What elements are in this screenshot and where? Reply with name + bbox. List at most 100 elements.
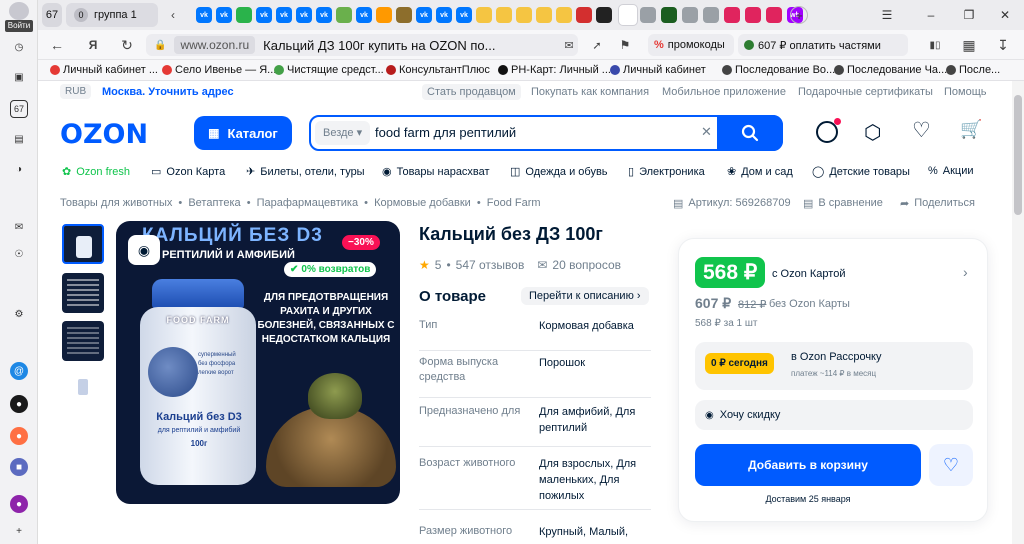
bookmark-item[interactable]: После...	[946, 64, 1000, 76]
catalog-button[interactable]: ▦ Каталог	[194, 116, 292, 150]
compare-link[interactable]: ▤ В сравнение	[803, 197, 883, 210]
tabs-count-icon[interactable]: 67	[10, 100, 28, 118]
pinned-tab-icon[interactable]	[396, 7, 412, 23]
menu-ozon-card[interactable]: ▭ Ozon Карта	[151, 165, 225, 179]
downloads-icon[interactable]: ▤	[10, 130, 28, 148]
profile-avatar[interactable]	[9, 2, 29, 20]
breadcrumb-item[interactable]: Парафармацевтика	[257, 197, 358, 209]
bookmark-item[interactable]: КонсультантПлюс	[386, 64, 490, 76]
gallery-thumb-2[interactable]	[62, 273, 104, 313]
product-main-image[interactable]: КАЛЬЦИЙ БЕЗ D3 РЕПТИЛИЙ И АМФИБИЙ −30% ◉…	[116, 221, 400, 504]
search-scope[interactable]: Везде ▾	[315, 121, 371, 145]
restore-icon[interactable]: ❐	[960, 6, 978, 24]
pinned-tab-icon[interactable]	[596, 7, 612, 23]
close-window-icon[interactable]: ✕	[996, 6, 1014, 24]
link-business[interactable]: Покупать как компания	[531, 86, 649, 98]
menu-hits[interactable]: ◉ Товары нарасхват	[382, 165, 490, 179]
pinned-tab-icon[interactable]	[376, 7, 392, 23]
pinned-tab-icon[interactable]	[516, 7, 532, 23]
pinned-tab-icon[interactable]	[703, 7, 719, 23]
pinned-tab-icon[interactable]	[682, 7, 698, 23]
pinned-tab-icon[interactable]	[556, 7, 572, 23]
pinned-tab-icon[interactable]: vk	[316, 7, 332, 23]
installment-block[interactable]: 0 ₽ сегодня в Ozon Рассрочку платеж ~114…	[695, 342, 973, 390]
pinned-tab-icon[interactable]	[536, 7, 552, 23]
link-mobile[interactable]: Мобильное приложение	[662, 86, 786, 98]
pinned-tab-icon[interactable]	[724, 7, 740, 23]
favorites-icon[interactable]: ♡	[912, 118, 931, 143]
minimize-icon[interactable]: –	[922, 6, 940, 24]
pinned-tab-icon[interactable]	[661, 7, 677, 23]
pinned-tab-icon[interactable]: vk	[296, 7, 312, 23]
settings-icon[interactable]: ⚙	[10, 305, 28, 323]
promo-pill-1[interactable]: % промокоды	[648, 34, 734, 56]
link-seller[interactable]: Стать продавцом	[422, 84, 521, 100]
tab-counter[interactable]: 67	[42, 3, 62, 27]
bookmark-icon[interactable]: ⚑	[616, 36, 634, 54]
battery-icon[interactable]: ▮▯	[926, 36, 944, 54]
add-to-cart-button[interactable]: Добавить в корзину	[695, 444, 921, 486]
pinned-tab-icon[interactable]	[336, 7, 352, 23]
add-app-icon[interactable]: +	[10, 522, 28, 540]
share-link[interactable]: ➦ Поделиться	[900, 197, 975, 210]
alice-icon[interactable]: ●	[10, 495, 28, 513]
article-number[interactable]: ▤ Артикул: 569268709	[673, 197, 791, 210]
menu-electronics[interactable]: ▯ Электроника	[628, 165, 705, 179]
extensions-icon[interactable]: ▦	[960, 36, 978, 54]
tabs-scroll-left[interactable]: ‹	[164, 6, 182, 24]
collections-icon[interactable]: ▣	[10, 68, 28, 86]
bookmark-item[interactable]: Село Ивенье — Я...	[162, 64, 276, 76]
pinned-tab-icon[interactable]	[766, 7, 782, 23]
bookmark-item[interactable]: Последование Ча...	[834, 64, 947, 76]
pinned-tab-icon[interactable]	[236, 7, 252, 23]
pinned-tab-icon[interactable]	[476, 7, 492, 23]
price-chevron-icon[interactable]: ›	[963, 264, 968, 280]
pinned-tab-icon[interactable]	[640, 7, 656, 23]
protect-icon[interactable]: ➚	[588, 36, 606, 54]
new-tab-button[interactable]: +	[790, 6, 808, 24]
page-scrollbar[interactable]	[1012, 81, 1024, 544]
promo-pill-2[interactable]: 607 ₽ оплатить частями	[738, 34, 908, 56]
goto-description[interactable]: Перейти к описанию ›	[521, 287, 649, 305]
gallery-thumb-1[interactable]	[62, 224, 104, 264]
pinned-tab-icon[interactable]	[576, 7, 592, 23]
back-icon[interactable]: ←	[48, 36, 66, 54]
messages-icon[interactable]: ✉	[10, 218, 28, 236]
location-link[interactable]: Москва. Уточнить адрес	[102, 86, 234, 98]
mail-app-icon[interactable]: @	[10, 362, 28, 380]
yandex-icon[interactable]: Я	[84, 36, 102, 54]
pinned-tab-icon[interactable]: vk	[196, 7, 212, 23]
pinned-tab-icon[interactable]: vk	[456, 7, 472, 23]
app-icon-2[interactable]: ●	[10, 395, 28, 413]
add-to-favorites-button[interactable]: ♡	[929, 444, 973, 486]
currency-button[interactable]: RUB	[60, 84, 92, 99]
pinned-tab-icon[interactable]: vk	[436, 7, 452, 23]
gallery-thumb-4[interactable]	[62, 369, 104, 409]
menu-travel[interactable]: ✈ Билеты, отели, туры	[246, 165, 365, 179]
bookmarks-icon[interactable]: ☉	[10, 245, 28, 263]
tab-group[interactable]: 0 группа 1	[66, 3, 158, 27]
link-gift[interactable]: Подарочные сертификаты	[798, 86, 933, 98]
comments-icon[interactable]: ✉	[560, 36, 578, 54]
breadcrumb-item[interactable]: Food Farm	[487, 197, 541, 209]
pinned-tab-icon[interactable]	[745, 7, 761, 23]
search-button[interactable]	[717, 115, 783, 151]
menu-ozon-fresh[interactable]: ✿ Ozon fresh	[62, 165, 130, 179]
menu-sales[interactable]: % Акции	[928, 165, 974, 177]
pinned-tab-icon[interactable]: vk	[416, 7, 432, 23]
url-field[interactable]: 🔒 www.ozon.ru Кальций ДЗ 100г купить на …	[146, 34, 578, 56]
bookmark-item[interactable]: Личный кабинет ...	[50, 64, 158, 76]
pinned-tab-icon[interactable]: vk	[276, 7, 292, 23]
theme-icon[interactable]: ◑	[10, 160, 28, 178]
pinned-tab-icon[interactable]: vk	[256, 7, 272, 23]
clear-search-icon[interactable]: ✕	[701, 124, 712, 140]
spec-value[interactable]: Кормовая добавка	[539, 318, 649, 334]
ozon-logo[interactable]: OZON	[60, 119, 148, 150]
bookmark-item[interactable]: РН-Карт: Личный ...	[498, 64, 611, 76]
pinned-tab-icon[interactable]: vk	[356, 7, 372, 23]
app-icon-4[interactable]: ■	[10, 458, 28, 476]
pinned-tab-icon[interactable]: vk	[216, 7, 232, 23]
bookmark-item[interactable]: Последование Во...	[722, 64, 835, 76]
bookmark-item[interactable]: Чистящие средст...	[274, 64, 384, 76]
download-icon[interactable]: ↧	[994, 36, 1012, 54]
